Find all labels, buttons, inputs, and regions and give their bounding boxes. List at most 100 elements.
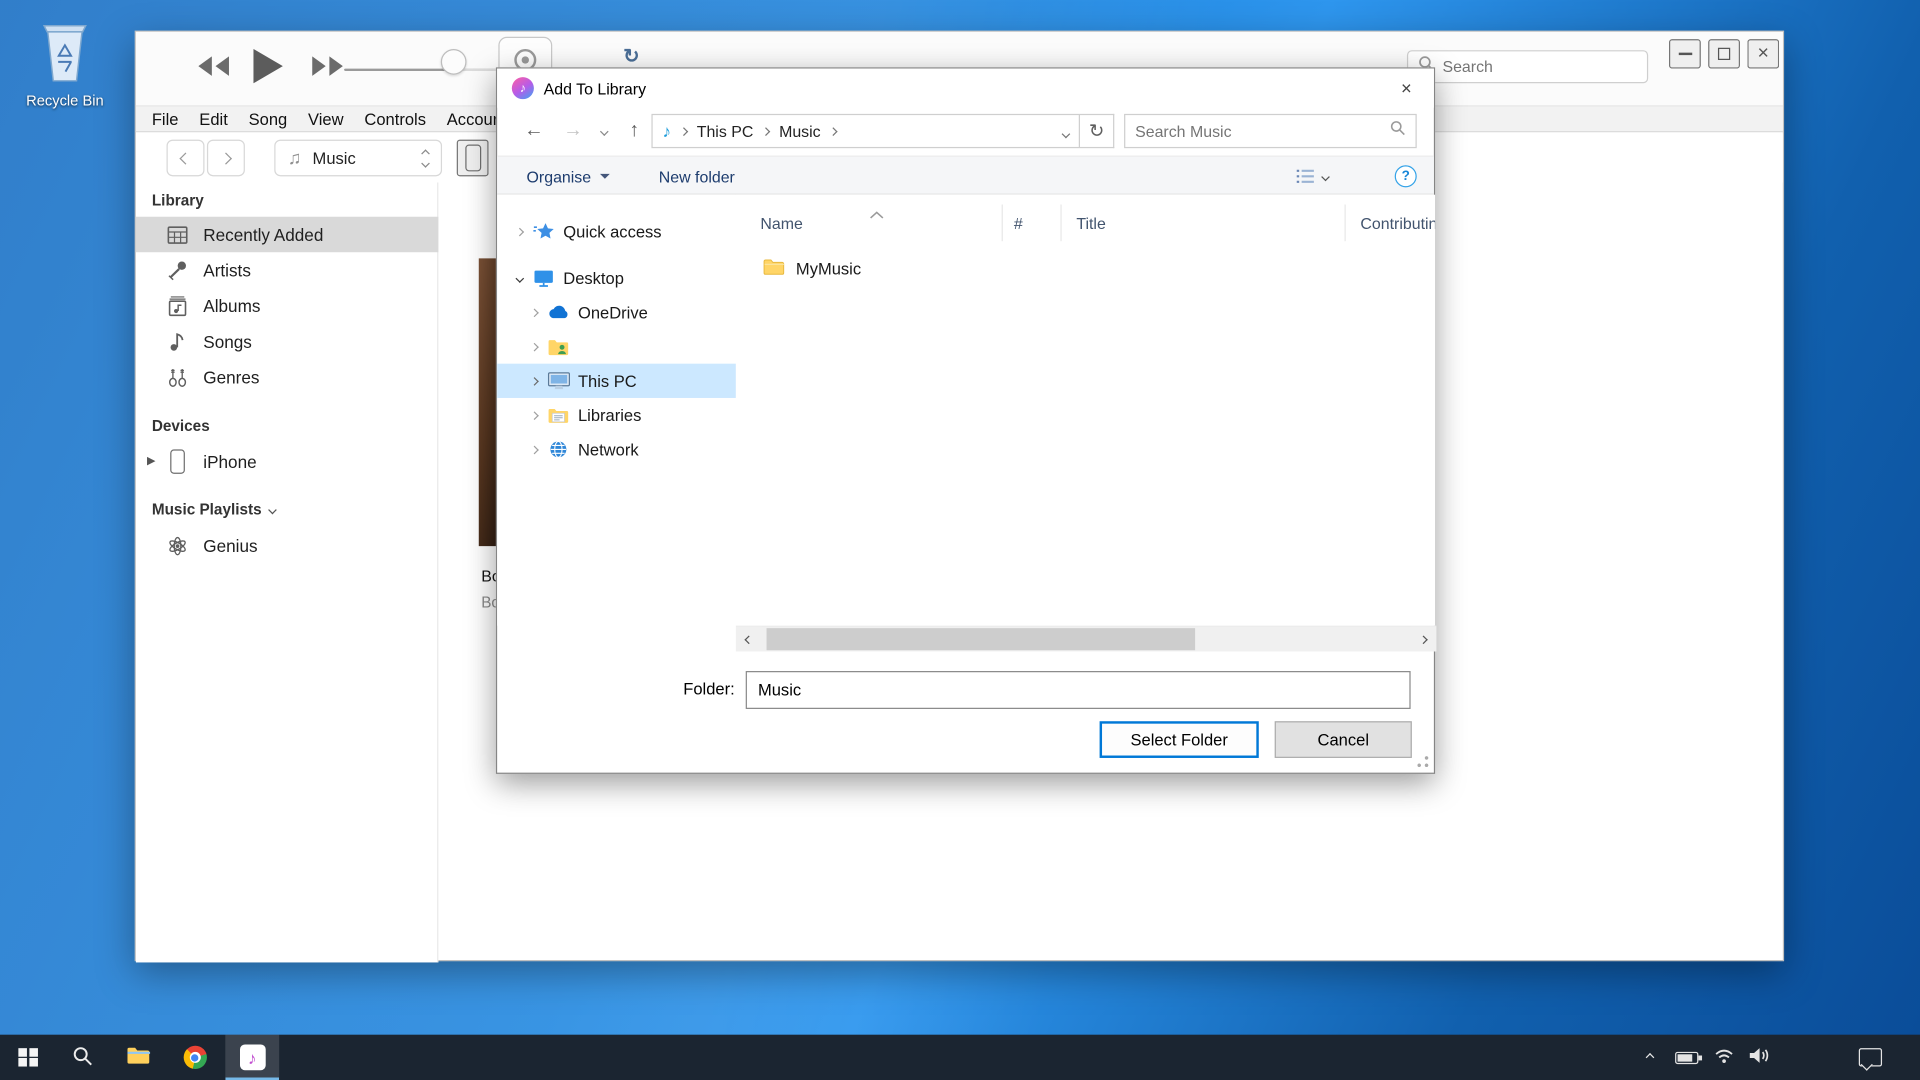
notification-bubble-icon <box>1858 1048 1881 1066</box>
view-mode-button[interactable] <box>1296 163 1329 190</box>
scroll-left-button[interactable] <box>736 627 762 651</box>
sidebar-item-songs[interactable]: Songs <box>136 323 438 359</box>
maximize-button[interactable] <box>1708 39 1740 68</box>
forward-button[interactable] <box>311 55 344 81</box>
chevron-right-icon[interactable] <box>524 378 544 384</box>
volume-slider-knob[interactable] <box>441 49 467 75</box>
quick-access-icon <box>529 222 558 242</box>
refresh-icon: ↻ <box>1089 120 1104 142</box>
chevron-expanded-icon[interactable] <box>509 275 529 281</box>
file-explorer-button[interactable] <box>113 1035 164 1080</box>
nav-up-button[interactable]: ↑ <box>617 114 651 148</box>
tree-item-user-folder[interactable] <box>497 329 736 363</box>
organise-button[interactable]: Organise <box>527 157 610 196</box>
media-kind-picker[interactable]: ♫ Music <box>274 140 442 177</box>
scrollbar-thumb[interactable] <box>767 628 1196 650</box>
column-header-contributing[interactable]: Contributing artists <box>1346 204 1435 241</box>
chevron-right-icon[interactable] <box>524 446 544 452</box>
onedrive-icon <box>544 304 573 321</box>
chevron-right-icon[interactable] <box>524 412 544 418</box>
itunes-taskbar-button[interactable]: ♪ <box>225 1035 279 1080</box>
nav-forward-button[interactable]: → <box>556 114 590 148</box>
scroll-right-button[interactable] <box>1411 627 1437 651</box>
volume-tray-button[interactable] <box>1741 1035 1778 1080</box>
horizontal-scrollbar[interactable] <box>736 626 1436 652</box>
sidebar-item-recently-added[interactable]: Recently Added <box>136 217 438 253</box>
tree-item-onedrive[interactable]: OneDrive <box>497 295 736 329</box>
column-header-name[interactable]: Name <box>746 204 1003 241</box>
back-button[interactable] <box>167 140 205 177</box>
minimize-button[interactable] <box>1669 39 1701 68</box>
nav-recent-dropdown[interactable] <box>593 114 615 148</box>
menu-view[interactable]: View <box>308 110 344 128</box>
cancel-button[interactable]: Cancel <box>1275 721 1412 758</box>
battery-tray-button[interactable] <box>1668 1035 1705 1080</box>
help-button[interactable]: ? <box>1395 165 1417 187</box>
chevron-left-icon <box>744 635 753 644</box>
tree-item-this-pc[interactable]: This PC <box>497 364 736 398</box>
sidebar-item-artists[interactable]: Artists <box>136 252 438 288</box>
column-header-number[interactable]: # <box>1003 204 1062 241</box>
new-folder-button[interactable]: New folder <box>659 157 735 196</box>
itunes-search-box[interactable] <box>1407 50 1648 83</box>
close-button[interactable]: × <box>1747 39 1779 68</box>
network-tray-button[interactable] <box>1707 1035 1741 1080</box>
nav-back-button[interactable]: ← <box>517 114 551 148</box>
expand-triangle-icon[interactable]: ▶ <box>147 454 155 467</box>
iphone-device-icon <box>165 449 189 473</box>
dialog-close-button[interactable]: × <box>1379 69 1434 108</box>
file-list: Name # Title Contributing artists MyMusi… <box>736 195 1435 626</box>
tree-item-desktop[interactable]: Desktop <box>497 261 736 295</box>
battery-icon <box>1674 1051 1697 1063</box>
folder-name-input[interactable] <box>746 671 1411 709</box>
start-button[interactable] <box>0 1035 56 1080</box>
tree-item-libraries[interactable]: Libraries <box>497 398 736 432</box>
dialog-search-input[interactable] <box>1135 122 1382 140</box>
column-header-title[interactable]: Title <box>1062 204 1346 241</box>
refresh-button[interactable]: ↻ <box>1080 114 1114 148</box>
close-icon: × <box>1758 43 1769 65</box>
address-bar[interactable]: ♪ This PC Music <box>651 114 1080 148</box>
menu-song[interactable]: Song <box>249 110 288 128</box>
menu-edit[interactable]: Edit <box>199 110 227 128</box>
breadcrumb-this-pc[interactable]: This PC <box>697 122 754 140</box>
chevron-down-icon[interactable] <box>268 505 277 514</box>
taskbar-search-button[interactable] <box>56 1035 107 1080</box>
tray-show-hidden-icons[interactable] <box>1633 1035 1665 1080</box>
dialog-search-box[interactable] <box>1124 114 1417 148</box>
chevron-right-icon[interactable] <box>524 309 544 315</box>
itunes-search-input[interactable] <box>1442 58 1658 76</box>
breadcrumb-separator-icon <box>762 127 771 136</box>
select-folder-button[interactable]: Select Folder <box>1100 721 1259 758</box>
action-center-button[interactable] <box>1849 1035 1891 1080</box>
sidebar-item-albums[interactable]: Albums <box>136 288 438 324</box>
sync-icon[interactable]: ↻ <box>623 44 639 68</box>
play-button[interactable] <box>252 48 284 88</box>
menu-controls[interactable]: Controls <box>364 110 426 128</box>
recycle-bin[interactable]: Recycle Bin <box>17 15 113 109</box>
tree-item-quick-access[interactable]: Quick access <box>497 214 736 248</box>
sidebar-label: iPhone <box>203 451 256 471</box>
add-to-library-dialog: ♪ Add To Library × ← → ↑ ♪ This PC Music… <box>496 67 1435 774</box>
menu-file[interactable]: File <box>152 110 179 128</box>
tree-label: This PC <box>578 372 637 390</box>
itunes-sidebar: Library Recently Added Artists Albums So… <box>136 182 438 962</box>
forward-nav-button[interactable] <box>207 140 245 177</box>
breadcrumb-music[interactable]: Music <box>779 122 821 140</box>
tree-label: Network <box>578 440 639 458</box>
tree-item-network[interactable]: Network <box>497 432 736 466</box>
device-button[interactable] <box>457 140 489 177</box>
rewind-button[interactable] <box>197 55 230 81</box>
dialog-title-bar[interactable]: ♪ Add To Library <box>497 69 1434 108</box>
sidebar-item-iphone[interactable]: ▶ iPhone <box>136 443 438 479</box>
resize-grip[interactable] <box>1416 754 1431 769</box>
sidebar-item-genius[interactable]: Genius <box>136 528 438 564</box>
chevron-right-icon[interactable] <box>524 343 544 349</box>
this-pc-icon <box>544 371 573 391</box>
chevron-right-icon[interactable] <box>509 228 529 234</box>
file-row-mymusic[interactable]: MyMusic <box>746 252 1407 284</box>
chrome-button[interactable] <box>169 1035 220 1080</box>
sidebar-item-genres[interactable]: Genres <box>136 359 438 395</box>
network-icon <box>544 440 573 460</box>
address-dropdown[interactable] <box>1063 122 1069 140</box>
